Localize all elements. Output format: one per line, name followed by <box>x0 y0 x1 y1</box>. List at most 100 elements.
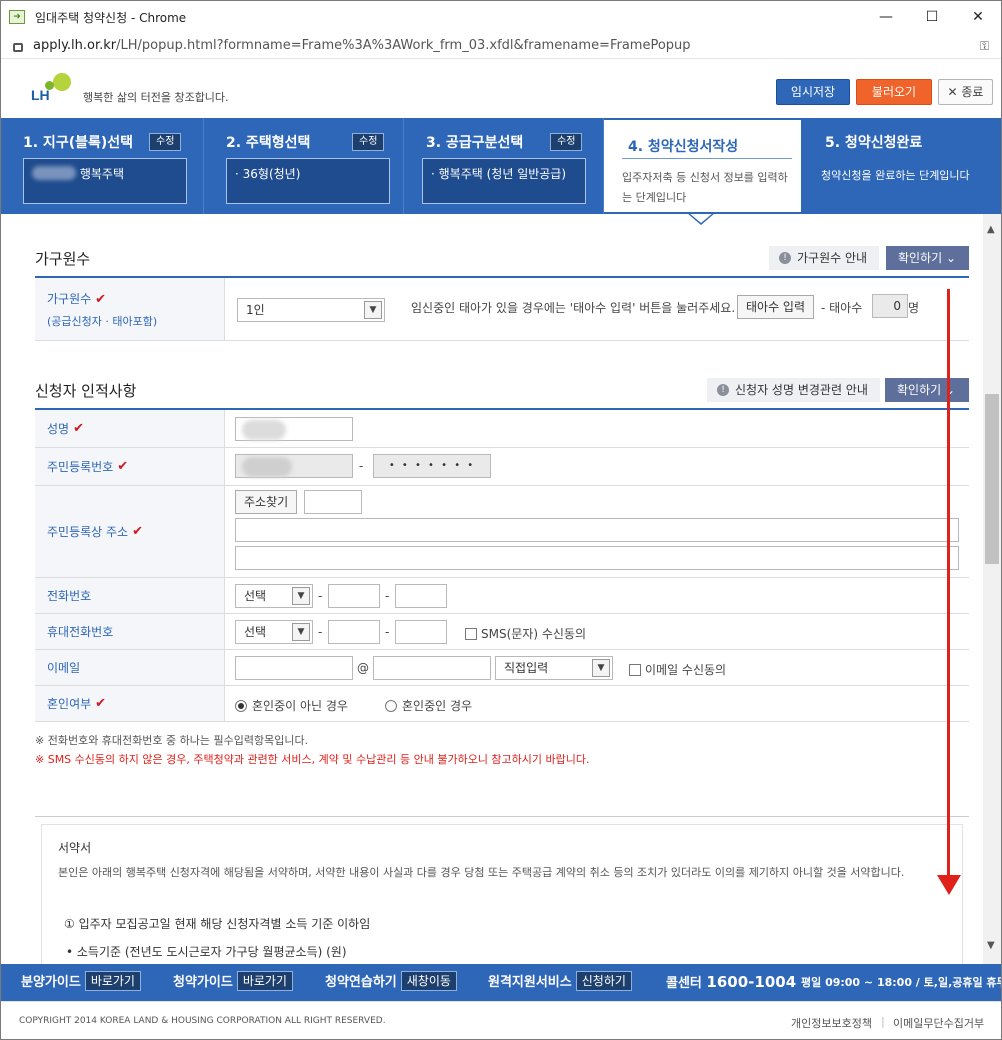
page-favicon-icon: ➜ <box>9 10 25 24</box>
phone-area-select[interactable]: 선택 ▼ <box>235 584 313 608</box>
household-section-title: 가구원수 <box>35 250 91 268</box>
scroll-down-icon: ▼ <box>987 940 995 951</box>
rrn-row: 주민등록번호 ✔ - • • • • • • • <box>35 448 969 486</box>
redacted-blur <box>242 420 286 440</box>
vertical-scrollbar[interactable]: ▲ ▼ <box>983 214 1001 964</box>
slogan: 행복한 삶의 터전을 창조합니다. <box>83 91 229 104</box>
step-progress: 1. 지구(블록)선택 수정 행복주택 2. 주택형선택 수정 · 36형(청년… <box>1 118 1001 214</box>
applicant-guide-button[interactable]: ! 신청자 성명 변경관련 안내 <box>707 378 880 402</box>
household-confirm-button[interactable]: 확인하기 ⌄ <box>886 246 969 270</box>
fetus-unit: 명 <box>908 301 920 315</box>
annotation-arrow-head-icon <box>937 875 961 895</box>
temp-save-button[interactable]: 임시저장 <box>776 79 850 105</box>
redacted-blur <box>242 457 292 477</box>
chevron-down-icon: ▼ <box>292 623 310 641</box>
find-address-button[interactable]: 주소찾기 <box>235 490 298 514</box>
not-married-radio[interactable]: 혼인중이 아닌 경우 <box>235 697 348 714</box>
email-agree-checkbox[interactable]: 이메일 수신동의 <box>629 661 726 678</box>
remote-support-button[interactable]: 신청하기 <box>575 971 632 991</box>
required-check-icon: ✔ <box>95 291 107 307</box>
phone-label: 전화번호 <box>35 578 225 613</box>
address-line1-field[interactable] <box>235 518 959 542</box>
sale-guide-button[interactable]: 바로가기 <box>84 971 141 991</box>
pledge-body: 본인은 아래의 행복주택 신청자격에 해당됨을 서약하며, 서약한 내용이 사실… <box>58 866 905 879</box>
pledge-title: 서약서 <box>58 841 92 855</box>
email-id-field[interactable] <box>235 656 353 680</box>
household-guide-button[interactable]: ! 가구원수 안내 <box>769 246 880 270</box>
household-count-select[interactable]: 1인 ▼ <box>237 298 385 322</box>
step-5-title: 5. 청약신청완료 <box>825 135 923 151</box>
fetus-count-field[interactable]: 0 <box>872 294 908 318</box>
url-text[interactable]: apply.lh.or.kr/LH/popup.html?formname=Fr… <box>33 38 691 53</box>
step-4-title: 4. 청약신청서작성 <box>628 139 739 155</box>
pledge-item-2: • 소득기준 (전년도 도시근로자 가구당 월평균소득) (원) <box>66 945 347 959</box>
married-radio[interactable]: 혼인중인 경우 <box>385 697 472 714</box>
rrn-front-field[interactable] <box>235 454 353 478</box>
step-3-edit-button[interactable]: 수정 <box>550 133 583 151</box>
required-check-icon: ✔ <box>117 459 129 474</box>
step-2-edit-button[interactable]: 수정 <box>352 133 385 151</box>
household-label: 가구원수 ✔ (공급신청자 · 태아포함) <box>35 278 225 340</box>
title-bar: ➜ 임대주택 청약신청 - Chrome — ☐ ✕ <box>1 1 1001 33</box>
call-center-phone: 1600-1004 <box>706 973 797 991</box>
step-5-desc: 청약신청을 완료하는 단계입니다 <box>821 169 970 182</box>
maximize-button[interactable]: ☐ <box>909 1 955 33</box>
step-1-edit-button[interactable]: 수정 <box>149 133 182 151</box>
practice-button[interactable]: 새창이동 <box>400 971 457 991</box>
sms-agree-checkbox[interactable]: SMS(문자) 수신동의 <box>465 625 586 642</box>
mobile-label: 휴대전화번호 <box>35 614 225 649</box>
address-bar[interactable]: apply.lh.or.kr/LH/popup.html?formname=Fr… <box>1 33 1001 59</box>
step-5: 5. 청약신청완료 청약신청을 완료하는 단계입니다 <box>801 118 1001 214</box>
phone-last-field[interactable] <box>395 584 447 608</box>
step-1-title: 1. 지구(블록)선택 <box>23 135 134 151</box>
window-title: 임대주택 청약신청 - Chrome <box>35 10 187 25</box>
required-check-icon: ✔ <box>95 696 107 711</box>
apply-guide-button[interactable]: 바로가기 <box>236 971 293 991</box>
household-row: 가구원수 ✔ (공급신청자 · 태아포함) 1인 ▼ 임신중인 태아가 있을 경우에… <box>35 278 969 341</box>
mobile-last-field[interactable] <box>395 620 447 644</box>
step-4-desc: 입주자저축 등 신청서 정보를 입력하는 단계입니다 <box>622 171 788 204</box>
scroll-up-icon: ▲ <box>987 224 995 235</box>
address-label: 주민등록상 주소 ✔ <box>35 486 225 577</box>
marriage-row: 혼인여부 ✔ 혼인중이 아닌 경우 혼인중인 경우 <box>35 686 969 722</box>
zipcode-field[interactable] <box>304 490 362 514</box>
email-domain-field[interactable] <box>373 656 491 680</box>
required-check-icon: ✔ <box>132 524 144 539</box>
close-window-button[interactable]: ✕ <box>955 1 1001 33</box>
step-3-value: · 행복주택 (청년 일반공급) <box>422 158 586 204</box>
chevron-down-icon: ▼ <box>292 587 310 605</box>
address-line2-field[interactable] <box>235 546 959 570</box>
email-domain-select[interactable]: 직접입력 ▼ <box>495 656 613 680</box>
browser-window: ➜ 임대주택 청약신청 - Chrome — ☐ ✕ apply.lh.or.k… <box>0 0 1002 1040</box>
load-button[interactable]: 불러오기 <box>856 79 932 105</box>
name-field[interactable] <box>235 417 353 441</box>
call-center-hours: 평일 09:00 ~ 18:00 / 토,일,공휴일 휴무 <box>801 976 1002 989</box>
rrn-back-field[interactable]: • • • • • • • <box>373 454 491 478</box>
mobile-mid-field[interactable] <box>328 620 380 644</box>
lh-logo: LH <box>29 71 79 105</box>
privacy-policy-link[interactable]: 개인정보보호정책 <box>791 1015 872 1031</box>
remote-support: 원격지원서비스 신청하기 <box>488 964 632 1001</box>
lock-icon <box>13 43 23 52</box>
scroll-thumb[interactable] <box>985 394 999 564</box>
applicant-section-title: 신청자 인적사항 <box>35 382 137 400</box>
call-center: 콜센터 1600-1004 <box>666 973 797 991</box>
step-2: 2. 주택형선택 수정 · 36형(청년) <box>204 118 404 214</box>
minimize-button[interactable]: — <box>863 1 909 33</box>
key-icon[interactable]: ⚿ <box>980 39 989 54</box>
exit-button[interactable]: ✕ 종료 <box>938 79 993 105</box>
step-3-title: 3. 공급구분선택 <box>426 135 524 151</box>
marriage-label: 혼인여부 ✔ <box>35 686 225 721</box>
chevron-down-icon: ⌄ <box>946 251 957 265</box>
email-label: 이메일 <box>35 650 225 685</box>
required-note: ※ 전화번호와 휴대전화번호 중 하나는 필수입력항목입니다. <box>35 734 309 747</box>
mobile-prefix-select[interactable]: 선택 ▼ <box>235 620 313 644</box>
step-4-active: 4. 청약신청서작성 입주자저축 등 신청서 정보를 입력하는 단계입니다 <box>604 120 801 212</box>
pledge-box: 서약서 본인은 아래의 행복주택 신청자격에 해당됨을 서약하며, 서약한 내용… <box>41 824 963 964</box>
phone-mid-field[interactable] <box>328 584 380 608</box>
email-policy-link[interactable]: 이메일무단수집거부 <box>893 1015 984 1031</box>
applicant-confirm-button[interactable]: 확인하기 ⌄ <box>885 378 969 402</box>
fetus-input-button[interactable]: 태아수 입력 <box>737 295 815 319</box>
info-icon: ! <box>779 252 791 264</box>
annotation-arrow-line <box>947 289 950 879</box>
